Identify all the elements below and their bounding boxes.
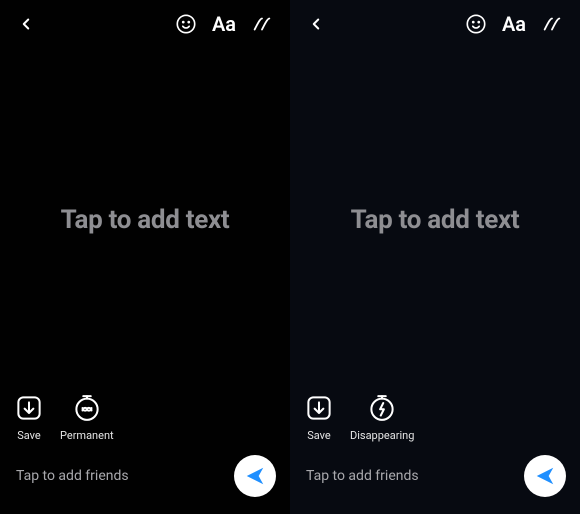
text-tool[interactable]: Aa: [498, 8, 530, 40]
send-button[interactable]: [524, 455, 566, 497]
send-icon: [534, 465, 556, 487]
text-placeholder: Tap to add text: [351, 205, 520, 235]
panel-permanent: Aa Tap to add text Save Permanent Tap to…: [0, 0, 290, 514]
bolt-timer-icon: [365, 391, 399, 425]
text-canvas[interactable]: Tap to add text: [290, 48, 580, 391]
text-placeholder: Tap to add text: [61, 205, 230, 235]
draw-icon[interactable]: [246, 8, 278, 40]
save-button[interactable]: Save: [302, 391, 336, 442]
add-friends-button[interactable]: Tap to add friends: [306, 468, 524, 484]
emoji-icon[interactable]: [170, 8, 202, 40]
add-friends-button[interactable]: Tap to add friends: [16, 468, 234, 484]
save-label: Save: [17, 429, 41, 442]
action-row: Save Disappearing: [290, 391, 580, 452]
action-row: Save Permanent: [0, 391, 290, 452]
duration-button[interactable]: Permanent: [60, 391, 114, 442]
back-button[interactable]: [300, 8, 332, 40]
save-label: Save: [307, 429, 331, 442]
draw-icon[interactable]: [536, 8, 568, 40]
duration-label: Permanent: [60, 429, 114, 442]
send-icon: [244, 465, 266, 487]
download-icon: [12, 391, 46, 425]
bottom-bar: Tap to add friends: [290, 452, 580, 514]
duration-label: Disappearing: [350, 429, 414, 442]
emoji-icon[interactable]: [460, 8, 492, 40]
text-tool[interactable]: Aa: [208, 8, 240, 40]
top-bar: Aa: [0, 0, 290, 48]
bottom-bar: Tap to add friends: [0, 452, 290, 514]
save-button[interactable]: Save: [12, 391, 46, 442]
send-button[interactable]: [234, 455, 276, 497]
infinity-timer-icon: [70, 391, 104, 425]
duration-button[interactable]: Disappearing: [350, 391, 414, 442]
back-button[interactable]: [10, 8, 42, 40]
download-icon: [302, 391, 336, 425]
top-bar: Aa: [290, 0, 580, 48]
text-canvas[interactable]: Tap to add text: [0, 48, 290, 391]
panel-disappearing: Aa Tap to add text Save Disappearing Tap…: [290, 0, 580, 514]
